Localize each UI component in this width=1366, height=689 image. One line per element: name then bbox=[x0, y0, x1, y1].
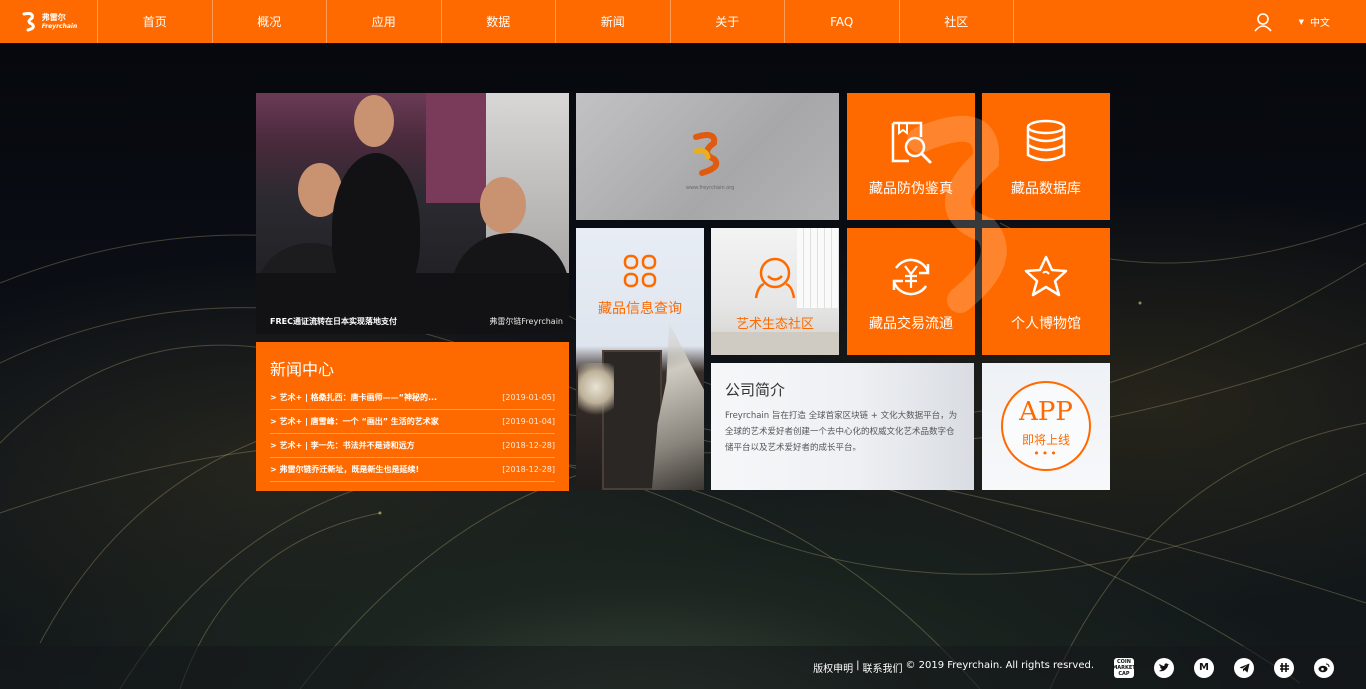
logo-en: Freyrchain bbox=[41, 22, 78, 30]
language-label: 中文 bbox=[1310, 18, 1330, 29]
star-icon bbox=[1024, 255, 1068, 297]
app-coming-soon[interactable]: APP 即将上线 ••• bbox=[982, 363, 1110, 490]
medium-icon[interactable]: M bbox=[1194, 657, 1214, 678]
contact-link[interactable]: 联系我们 bbox=[862, 660, 902, 675]
news-item[interactable]: > 艺术+ | 格桑扎西：唐卡画师——“神秘的... [2019-01-05] bbox=[270, 386, 555, 410]
top-nav: 弗雷尔 Freyrchain 首页 概况 应用 数据 新闻 关于 FAQ 社区 … bbox=[0, 0, 1366, 43]
app-label: APP bbox=[1019, 397, 1073, 427]
tile-database-label: 藏品数据库 bbox=[1011, 181, 1081, 197]
news-item-date: [2019-01-05] bbox=[502, 393, 555, 402]
intro-title: 公司简介 bbox=[725, 381, 786, 399]
freyrchain-logo-icon bbox=[693, 132, 720, 176]
coinmarketcap-icon[interactable]: COIN MARKET CAP bbox=[1112, 657, 1136, 678]
news-item[interactable]: > 艺术+ | 唐雪峰：一个 “画出” 生活的艺术家 [2019-01-04] bbox=[270, 410, 555, 434]
news-item-title: > 艺术+ | 唐雪峰：一个 “画出” 生活的艺术家 bbox=[270, 417, 439, 426]
company-intro[interactable]: 公司简介 Freyrchain 旨在打造 全球首家区块链 + 文化大数据平台，为… bbox=[711, 363, 974, 490]
caret-down-icon: ▼ bbox=[1298, 17, 1304, 26]
freyrchain-logo-icon bbox=[22, 11, 35, 31]
tile-trade-label: 藏品交易流通 bbox=[869, 316, 953, 332]
tile-art-community[interactable]: 艺术生态社区 bbox=[711, 228, 839, 355]
nav-home[interactable]: 首页 bbox=[98, 0, 213, 43]
grid-query-icon bbox=[623, 254, 657, 288]
social-links: COIN MARKET CAP M bbox=[1112, 657, 1334, 678]
intro-text: Freyrchain 旨在打造 全球首家区块链 + 文化大数据平台，为全球的艺术… bbox=[725, 411, 958, 453]
news-item[interactable]: > 弗雷尔链乔迁新址，既是新生也是延续! [2018-12-28] bbox=[270, 458, 555, 482]
plant-image bbox=[578, 363, 614, 423]
news-item-date: [2018-12-28] bbox=[502, 465, 555, 474]
copyright-link[interactable]: 版权申明 bbox=[813, 660, 853, 675]
news-title[interactable]: 新闻中心 bbox=[270, 356, 555, 380]
tile-museum[interactable]: 个人博物馆 bbox=[982, 228, 1110, 355]
brand-logo[interactable]: 弗雷尔 Freyrchain bbox=[0, 0, 98, 43]
window-image bbox=[797, 228, 839, 308]
tile-info-query[interactable]: 藏品信息查询 bbox=[576, 228, 704, 490]
app-dots: ••• bbox=[1033, 447, 1059, 460]
nav-right: ▼ 中文 bbox=[1253, 0, 1366, 43]
news-item[interactable]: > 艺术+ | 李一先：书法并不是诗和远方 [2018-12-28] bbox=[270, 434, 555, 458]
weibo-icon[interactable] bbox=[1314, 657, 1334, 678]
nav-about[interactable]: 关于 bbox=[671, 0, 785, 43]
database-icon bbox=[1026, 119, 1066, 162]
tile-trade[interactable]: 藏品交易流通 bbox=[847, 228, 975, 355]
tile-anti-fake[interactable]: 藏品防伪鉴真 bbox=[847, 93, 975, 220]
nav-community[interactable]: 社区 bbox=[900, 0, 1014, 43]
tile-database[interactable]: 藏品数据库 bbox=[982, 93, 1110, 220]
photo-caption: FREC通证流转在日本实现落地支付 bbox=[270, 317, 397, 326]
tile-anti-fake-label: 藏品防伪鉴真 bbox=[869, 181, 953, 197]
news-item-date: [2018-12-28] bbox=[502, 441, 555, 450]
footer-copyright: 版权申明 | 联系我们 © 2019 Freyrchain. All right… bbox=[813, 660, 1094, 675]
footer-separator: | bbox=[856, 660, 860, 671]
magnifier-certificate-icon bbox=[891, 121, 932, 164]
news-item-title: > 艺术+ | 格桑扎西：唐卡画师——“神秘的... bbox=[270, 393, 438, 402]
table-image bbox=[711, 332, 839, 355]
language-switcher[interactable]: ▼ 中文 bbox=[1298, 14, 1330, 30]
nav-data[interactable]: 数据 bbox=[442, 0, 556, 43]
smiley-person-icon bbox=[754, 257, 796, 299]
tile-art-community-label: 艺术生态社区 bbox=[735, 317, 814, 332]
tile-info-query-label: 藏品信息查询 bbox=[598, 301, 682, 317]
news-item-date: [2019-01-04] bbox=[502, 417, 555, 426]
news-item-title: > 艺术+ | 李一先：书法并不是诗和远方 bbox=[270, 441, 415, 450]
nav-overview[interactable]: 概况 bbox=[213, 0, 327, 43]
logo-cn: 弗雷尔 bbox=[41, 12, 66, 22]
user-icon[interactable] bbox=[1253, 12, 1273, 32]
head-center bbox=[354, 95, 394, 147]
news-item-title: > 弗雷尔链乔迁新址，既是新生也是延续! bbox=[270, 465, 420, 474]
app-coming-label: 即将上线 bbox=[1021, 433, 1070, 447]
news-photo[interactable]: FREC通证流转在日本实现落地支付 弗雷尔链Freyrchain bbox=[256, 93, 569, 334]
telegram-icon[interactable] bbox=[1234, 657, 1254, 678]
logo-text: 弗雷尔 Freyrchain bbox=[41, 12, 78, 30]
footer: 版权申明 | 联系我们 © 2019 Freyrchain. All right… bbox=[0, 646, 1366, 689]
copyright-text: © 2019 Freyrchain. All rights resrved. bbox=[905, 660, 1094, 671]
nav-faq[interactable]: FAQ bbox=[785, 0, 900, 43]
photo-watermark: 弗雷尔链Freyrchain bbox=[489, 317, 563, 326]
video-site-url: www.freyrchain.org bbox=[686, 185, 735, 191]
intro-video[interactable]: www.freyrchain.org bbox=[576, 93, 839, 220]
nav-applications[interactable]: 应用 bbox=[327, 0, 442, 43]
nav-news[interactable]: 新闻 bbox=[556, 0, 671, 43]
slack-icon[interactable] bbox=[1274, 657, 1294, 678]
twitter-icon[interactable] bbox=[1154, 657, 1174, 678]
tile-museum-label: 个人博物馆 bbox=[1011, 316, 1081, 332]
news-center: 新闻中心 > 艺术+ | 格桑扎西：唐卡画师——“神秘的... [2019-01… bbox=[256, 342, 569, 491]
head-right bbox=[480, 177, 526, 233]
yuan-exchange-icon bbox=[892, 258, 930, 296]
